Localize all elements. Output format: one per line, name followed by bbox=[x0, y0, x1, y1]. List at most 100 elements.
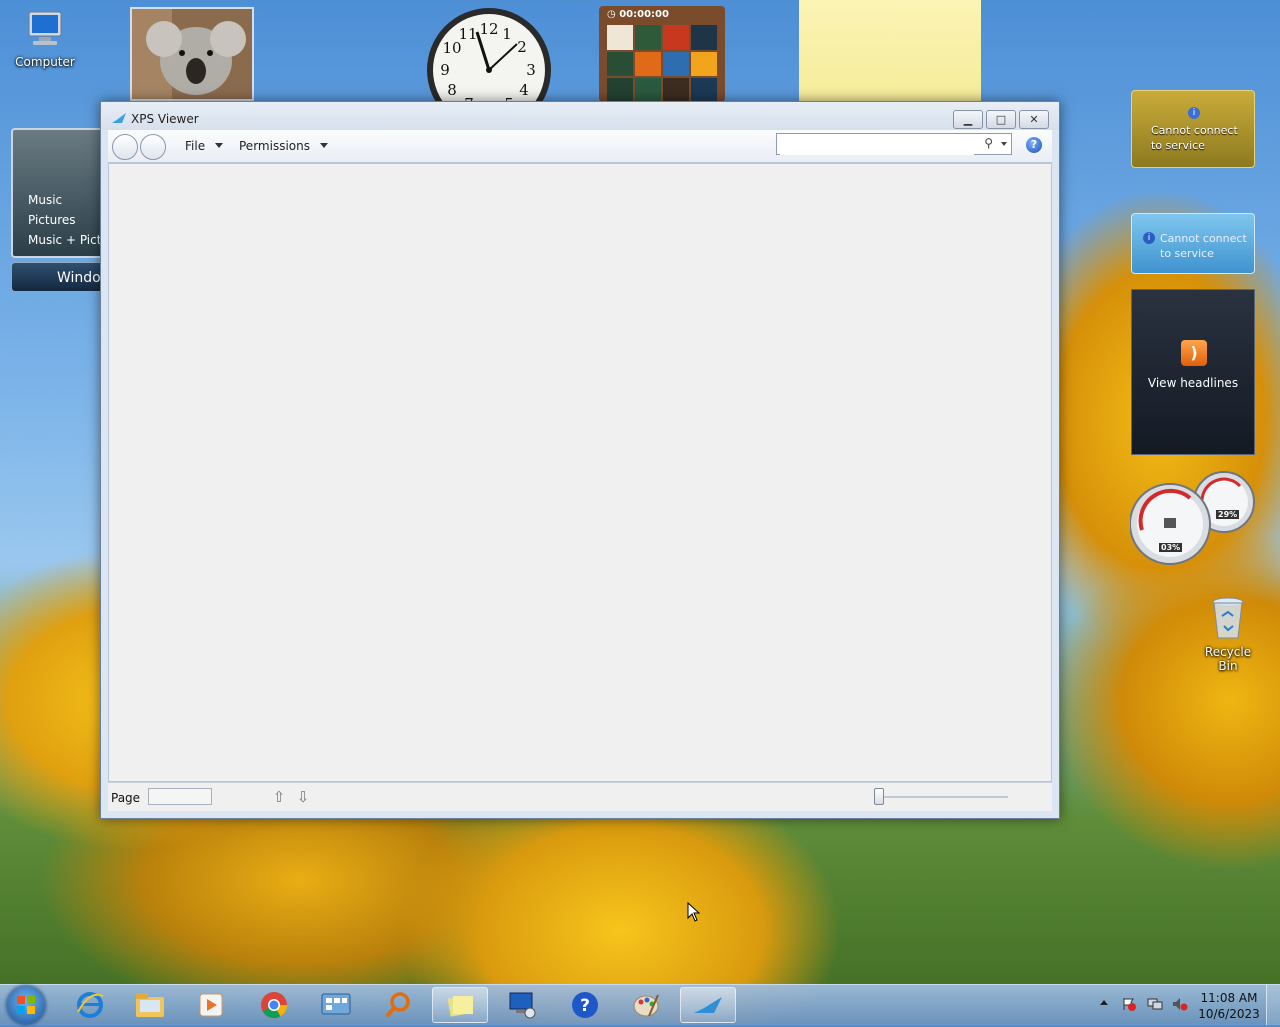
action-center-icon[interactable] bbox=[1122, 997, 1136, 1011]
title-bar[interactable]: XPS Viewer ▁ □ ✕ bbox=[101, 102, 1059, 130]
currency-info-icon: i bbox=[1143, 232, 1155, 244]
magnifier-icon bbox=[385, 992, 410, 1018]
windows-logo-icon bbox=[17, 996, 35, 1014]
clock-num-1: 1 bbox=[502, 25, 512, 43]
taskbar-sticky-notes[interactable] bbox=[432, 987, 488, 1023]
forward-button[interactable] bbox=[140, 134, 166, 160]
help-icon: ? bbox=[572, 992, 598, 1018]
picture-puzzle-gadget[interactable]: ◷ 00:00:00 bbox=[599, 6, 725, 102]
taskbar-internet-explorer[interactable] bbox=[62, 987, 118, 1023]
recycle-bin-icon bbox=[1212, 597, 1244, 639]
currency-gadget[interactable]: i Cannot connect to service bbox=[1131, 213, 1255, 274]
maximize-button[interactable]: □ bbox=[986, 110, 1016, 129]
page-number-input[interactable] bbox=[148, 788, 212, 805]
network-icon[interactable] bbox=[1147, 997, 1163, 1011]
chevron-down-icon bbox=[319, 143, 328, 148]
next-page-button[interactable]: ⇩ bbox=[295, 788, 311, 806]
control-panel-icon bbox=[321, 993, 351, 1015]
start-button[interactable] bbox=[7, 986, 45, 1024]
file-menu[interactable]: File bbox=[185, 139, 224, 153]
search-input[interactable] bbox=[780, 135, 974, 155]
document-area[interactable] bbox=[108, 163, 1052, 782]
weather-gadget[interactable]: i Cannot connect to service bbox=[1131, 90, 1255, 168]
cpu-meter-gadget[interactable]: 03% 29% bbox=[1129, 470, 1258, 566]
clock-num-3: 3 bbox=[526, 61, 536, 79]
cpu-percent: 03% bbox=[1159, 543, 1183, 552]
taskbar: ? 11:08 AM 10/6/2023 bbox=[0, 984, 1280, 1025]
xps-viewer-icon bbox=[112, 113, 126, 123]
computer-label: Computer bbox=[15, 55, 75, 69]
show-desktop-button[interactable] bbox=[1266, 985, 1280, 1025]
search-dropdown-icon[interactable] bbox=[1001, 142, 1007, 146]
feed-headlines-gadget[interactable]: ) View headlines bbox=[1131, 289, 1255, 455]
volume-muted-icon[interactable] bbox=[1172, 997, 1188, 1011]
search-icon[interactable]: ⚲ bbox=[984, 136, 993, 150]
system-clock[interactable]: 11:08 AM 10/6/2023 bbox=[1198, 990, 1260, 1022]
media-center-button[interactable]: Windo bbox=[11, 262, 101, 292]
clock-num-2: 2 bbox=[517, 38, 527, 56]
folder-icon bbox=[136, 993, 164, 1017]
media-center-gadget[interactable]: Music Pictures Music + Pict bbox=[11, 128, 101, 258]
clock-date: 10/6/2023 bbox=[1198, 1007, 1260, 1021]
taskbar-file-explorer[interactable] bbox=[122, 987, 178, 1023]
taskbar-remote-desktop[interactable] bbox=[494, 987, 550, 1023]
help-icon[interactable]: ? bbox=[1026, 137, 1042, 153]
weather-message: Cannot connect to service bbox=[1151, 124, 1238, 152]
search-box: ⚲ bbox=[776, 133, 1012, 155]
koala-photo bbox=[132, 9, 252, 99]
clock-gadget[interactable]: 12 1 2 3 4 5 6 7 8 9 10 11 bbox=[425, 6, 553, 102]
media-item-pictures[interactable]: Pictures bbox=[28, 213, 76, 227]
taskbar-help-support[interactable]: ? bbox=[557, 987, 613, 1023]
internet-explorer-icon bbox=[77, 992, 104, 1018]
show-hidden-icons-button[interactable] bbox=[1100, 1000, 1108, 1005]
clock-num-4: 4 bbox=[519, 81, 529, 99]
memory-percent: 29% bbox=[1216, 510, 1240, 519]
window-title: XPS Viewer bbox=[131, 112, 199, 126]
back-button[interactable] bbox=[112, 134, 138, 160]
taskbar-search[interactable] bbox=[370, 987, 426, 1023]
xps-viewer-window: XPS Viewer ▁ □ ✕ File Permissions ⚲ ? Pa… bbox=[100, 101, 1060, 819]
permissions-menu[interactable]: Permissions bbox=[239, 139, 328, 153]
clock-num-11: 11 bbox=[458, 25, 477, 43]
taskbar-xps-viewer[interactable] bbox=[680, 987, 736, 1023]
computer-desktop-icon[interactable]: Computer bbox=[10, 8, 80, 69]
recycle-bin-desktop-icon[interactable]: Recycle Bin bbox=[1194, 594, 1262, 673]
clock-num-12: 12 bbox=[479, 20, 498, 38]
sticky-note-gadget[interactable] bbox=[799, 0, 981, 101]
clock-time: 11:08 AM bbox=[1200, 991, 1258, 1005]
status-bar: Page ⇧ ⇩ bbox=[108, 782, 1052, 811]
xps-viewer-icon bbox=[694, 997, 722, 1013]
media-center-button-label: Windo bbox=[57, 270, 101, 286]
view-headlines-label[interactable]: View headlines bbox=[1132, 376, 1254, 390]
paint-palette-icon bbox=[633, 994, 659, 1017]
previous-page-button[interactable]: ⇧ bbox=[271, 788, 287, 806]
slideshow-gadget[interactable] bbox=[130, 7, 254, 101]
sticky-notes-icon bbox=[447, 995, 473, 1017]
arrow-up-icon: ⇧ bbox=[272, 788, 286, 806]
taskbar-paint[interactable] bbox=[618, 987, 674, 1023]
minimize-button[interactable]: ▁ bbox=[953, 110, 983, 129]
weather-info-icon: i bbox=[1188, 107, 1200, 119]
taskbar-chrome[interactable] bbox=[246, 987, 302, 1023]
zoom-slider-thumb[interactable] bbox=[874, 788, 884, 805]
taskbar-control-panel[interactable] bbox=[308, 987, 364, 1023]
mouse-cursor bbox=[687, 902, 701, 922]
minimize-icon: ▁ bbox=[963, 113, 973, 126]
chrome-icon bbox=[261, 992, 288, 1019]
currency-message: Cannot connect to service bbox=[1160, 232, 1247, 260]
page-label: Page bbox=[111, 791, 141, 805]
taskbar-media-player[interactable] bbox=[183, 987, 239, 1023]
chevron-down-icon bbox=[215, 143, 224, 148]
media-player-icon bbox=[199, 993, 223, 1017]
timer-icon: ◷ bbox=[607, 9, 620, 20]
close-button[interactable]: ✕ bbox=[1019, 110, 1049, 129]
zoom-slider-track[interactable] bbox=[878, 796, 1008, 798]
clock-face: 12 1 2 3 4 5 6 7 8 9 10 11 bbox=[427, 8, 551, 102]
media-item-music[interactable]: Music bbox=[28, 193, 62, 207]
toolbar: File Permissions ⚲ ? bbox=[108, 130, 1052, 163]
close-icon: ✕ bbox=[1029, 113, 1039, 126]
maximize-icon: □ bbox=[995, 113, 1007, 126]
media-item-music-pictures[interactable]: Music + Pict bbox=[28, 233, 101, 247]
puzzle-timer: ◷ 00:00:00 bbox=[607, 9, 669, 20]
puzzle-grid bbox=[607, 25, 717, 102]
